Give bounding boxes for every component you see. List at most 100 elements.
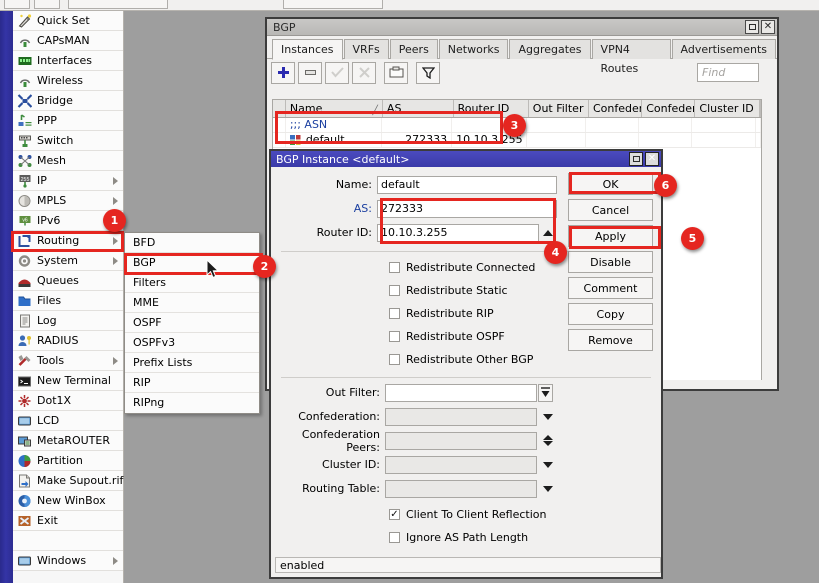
sidebar-item-new-winbox[interactable]: New WinBox xyxy=(13,491,123,511)
submenu-item-prefix-lists[interactable]: Prefix Lists xyxy=(125,353,259,373)
toolbar-button-3[interactable] xyxy=(68,0,168,9)
tab-aggregates[interactable]: Aggregates xyxy=(509,39,590,59)
checkbox-unchecked-icon[interactable] xyxy=(389,331,400,342)
sidebar-item-log[interactable]: Log xyxy=(13,311,123,331)
checkbox-checked-icon[interactable]: ✓ xyxy=(389,509,400,520)
submenu-item-rip[interactable]: RIP xyxy=(125,373,259,393)
column-header-confeder-[interactable]: Confeder... xyxy=(589,100,642,117)
input-clusterid[interactable] xyxy=(385,456,537,474)
dialog-button-column: OK Cancel Apply Disable Comment Copy Remove xyxy=(568,173,653,355)
sidebar-item-make-supout-rif[interactable]: Make Supout.rif xyxy=(13,471,123,491)
column-chooser-button[interactable] xyxy=(760,100,761,117)
input-as[interactable]: 272333 xyxy=(377,200,557,218)
tab-vrfs[interactable]: VRFs xyxy=(344,39,389,59)
submenu-item-bgp[interactable]: BGP xyxy=(125,253,259,273)
remove-button[interactable] xyxy=(298,62,322,84)
checkbox-row-ignore-as-path-length[interactable]: Ignore AS Path Length xyxy=(271,526,661,549)
sidebar-item-windows[interactable]: Windows xyxy=(13,551,123,571)
sidebar-item-routing[interactable]: Routing xyxy=(13,231,123,251)
input-confederation[interactable] xyxy=(385,408,537,426)
field-row-routingtable: Routing Table: xyxy=(271,478,661,499)
checkbox-unchecked-icon[interactable] xyxy=(389,308,400,319)
sidebar-item-metarouter[interactable]: MetaROUTER xyxy=(13,431,123,451)
chevron-down-icon[interactable] xyxy=(541,456,555,474)
chevron-down-icon[interactable] xyxy=(541,408,555,426)
checkbox-unchecked-icon[interactable] xyxy=(389,262,400,273)
cell-confederation-2 xyxy=(639,118,692,132)
checkbox-row-client-to-client-reflection[interactable]: ✓Client To Client Reflection xyxy=(271,503,661,526)
button-copy[interactable]: Copy xyxy=(568,303,653,325)
tab-vpn4-routes[interactable]: VPN4 Routes xyxy=(592,39,671,59)
button-remove[interactable]: Remove xyxy=(568,329,653,351)
sidebar-item-lcd[interactable]: LCD xyxy=(13,411,123,431)
submenu-item-ripng[interactable]: RIPng xyxy=(125,393,259,413)
spinner-updown-icon[interactable] xyxy=(541,432,555,450)
sidebar-item-dot1x[interactable]: Dot1X xyxy=(13,391,123,411)
input-routingtable[interactable] xyxy=(385,480,537,498)
field-label: Name: xyxy=(271,178,377,191)
sidebar-item-bridge[interactable]: Bridge xyxy=(13,91,123,111)
column-header-out-filter[interactable]: Out Filter xyxy=(529,100,589,117)
input-name[interactable]: default xyxy=(377,176,557,194)
input-routerid[interactable]: 10.10.3.255 xyxy=(377,224,539,242)
dialog-close-icon[interactable]: ✕ xyxy=(645,152,659,166)
sidebar-item-ip[interactable]: 255IP xyxy=(13,171,123,191)
button-cancel[interactable]: Cancel xyxy=(568,199,653,221)
button-apply[interactable]: Apply xyxy=(568,225,653,247)
button-disable[interactable]: Disable xyxy=(568,251,653,273)
sidebar-item-wireless[interactable]: Wireless xyxy=(13,71,123,91)
input-outfilter[interactable] xyxy=(385,384,537,402)
sidebar-item-partition[interactable]: Partition xyxy=(13,451,123,471)
tab-instances[interactable]: Instances xyxy=(272,39,343,60)
sidebar-item-capsman[interactable]: CAPsMAN xyxy=(13,31,123,51)
dropdown-button[interactable] xyxy=(538,384,553,402)
checkbox-unchecked-icon[interactable] xyxy=(389,285,400,296)
button-ok[interactable]: OK xyxy=(568,173,653,195)
close-icon[interactable]: ✕ xyxy=(761,20,775,34)
submenu-item-ospfv3[interactable]: OSPFv3 xyxy=(125,333,259,353)
tab-networks[interactable]: Networks xyxy=(439,39,509,59)
submenu-item-mme[interactable]: MME xyxy=(125,293,259,313)
checkbox-unchecked-icon[interactable] xyxy=(389,532,400,543)
toolbar-button-4[interactable] xyxy=(283,0,383,9)
checkbox-unchecked-icon[interactable] xyxy=(389,354,400,365)
maximize-icon[interactable] xyxy=(745,20,759,34)
chevron-down-icon[interactable] xyxy=(541,480,555,498)
filter-button[interactable] xyxy=(416,62,440,84)
tab-advertisements[interactable]: Advertisements xyxy=(672,39,776,59)
column-header-as[interactable]: AS xyxy=(383,100,454,117)
cell-name: ;;; ASN xyxy=(286,118,382,132)
sidebar-item-quick-set[interactable]: Quick Set xyxy=(13,11,123,31)
submenu-item-filters[interactable]: Filters xyxy=(125,273,259,293)
column-header-flag[interactable] xyxy=(273,100,286,117)
spinner-up-icon[interactable] xyxy=(541,224,555,242)
sidebar-item-exit[interactable]: Exit xyxy=(13,511,123,531)
add-button[interactable] xyxy=(271,62,295,84)
button-comment[interactable]: Comment xyxy=(568,277,653,299)
sidebar-item-radius[interactable]: RADIUS xyxy=(13,331,123,351)
sidebar-item-queues[interactable]: Queues xyxy=(13,271,123,291)
sidebar-item-switch[interactable]: Switch xyxy=(13,131,123,151)
sidebar-item-new-terminal[interactable]: New Terminal xyxy=(13,371,123,391)
column-header-confeder-[interactable]: Confeder... xyxy=(642,100,695,117)
comment-button[interactable] xyxy=(384,62,408,84)
metarouter-icon xyxy=(17,434,32,448)
search-input[interactable]: Find xyxy=(697,63,759,82)
input-confederationpeers[interactable] xyxy=(385,432,537,450)
sidebar-item-mesh[interactable]: Mesh xyxy=(13,151,123,171)
svg-text:255: 255 xyxy=(21,176,30,182)
sidebar-item-tools[interactable]: Tools xyxy=(13,351,123,371)
toolbar-button-1[interactable] xyxy=(4,0,30,9)
sidebar-item-mpls[interactable]: MPLS xyxy=(13,191,123,211)
submenu-item-ospf[interactable]: OSPF xyxy=(125,313,259,333)
dialog-maximize-icon[interactable] xyxy=(629,152,643,166)
toolbar-button-2[interactable] xyxy=(34,0,60,9)
sidebar-item-files[interactable]: Files xyxy=(13,291,123,311)
column-header-name[interactable]: Name╱ xyxy=(286,100,383,117)
tab-peers[interactable]: Peers xyxy=(390,39,438,59)
sidebar-item-interfaces[interactable]: Interfaces xyxy=(13,51,123,71)
submenu-item-bfd[interactable]: BFD xyxy=(125,233,259,253)
sidebar-item-ppp[interactable]: PPP xyxy=(13,111,123,131)
column-header-cluster-id[interactable]: Cluster ID xyxy=(695,100,760,117)
sidebar-item-system[interactable]: System xyxy=(13,251,123,271)
